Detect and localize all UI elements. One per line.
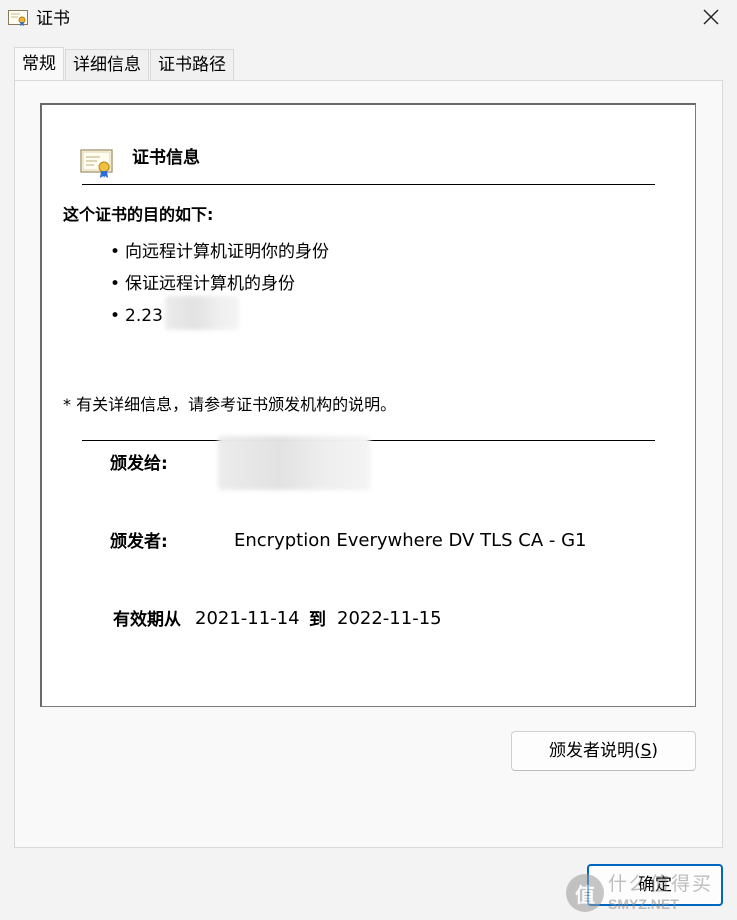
valid-to-label: 到: [309, 610, 326, 630]
valid-from-value: 2021-11-14: [195, 608, 300, 629]
window-title: 证书: [36, 9, 70, 29]
tab-certification-path[interactable]: 证书路径: [150, 49, 234, 80]
issuer-statement-button[interactable]: 颁发者说明(S): [511, 731, 696, 771]
redacted-region: [218, 436, 370, 490]
purpose-heading: 这个证书的目的如下:: [63, 205, 214, 224]
certificate-icon: [80, 147, 114, 179]
close-button[interactable]: [684, 0, 737, 38]
issuer-statement-suffix: ): [651, 741, 659, 761]
certificate-icon: [8, 9, 28, 27]
purpose-item: 向远程计算机证明你的身份: [110, 241, 329, 263]
ok-button[interactable]: 确定: [587, 864, 723, 906]
issuer-statement-label: 颁发者说明(: [548, 741, 641, 761]
valid-to-value: 2022-11-15: [337, 608, 442, 629]
info-note: * 有关详细信息，请参考证书颁发机构的说明。: [63, 395, 397, 414]
issued-by-value: Encryption Everywhere DV TLS CA - G1: [234, 530, 587, 551]
purpose-item: 保证远程计算机的身份: [110, 273, 295, 295]
certificate-info-title: 证书信息: [132, 148, 200, 168]
purpose-item: 2.23: [110, 305, 163, 327]
tab-details[interactable]: 详细信息: [65, 49, 149, 80]
tab-strip: 常规 详细信息 证书路径: [14, 47, 235, 81]
issued-to-label: 颁发给:: [110, 454, 168, 474]
issued-by-label: 颁发者:: [110, 532, 168, 552]
redacted-region: [165, 296, 239, 330]
valid-from-label: 有效期从: [113, 610, 181, 630]
title-bar: 证书: [0, 0, 737, 38]
divider: [82, 184, 655, 185]
close-icon: [703, 9, 719, 29]
certificate-dialog: 证书 常规 详细信息 证书路径 证书信息 这个证书的目的如下: • 向远程计算机…: [0, 0, 737, 920]
tab-general[interactable]: 常规: [14, 47, 64, 80]
issuer-statement-accelerator: S: [640, 741, 652, 761]
